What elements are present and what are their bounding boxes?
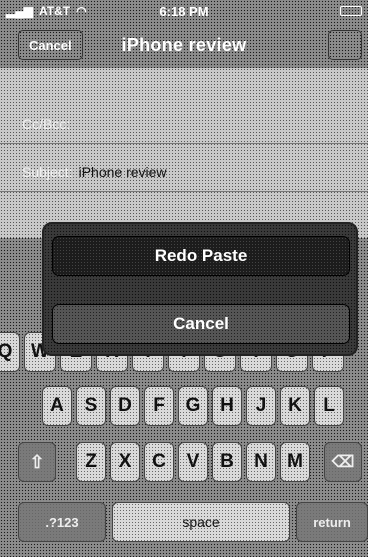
subject-field[interactable]: iPhone review xyxy=(79,164,167,180)
shift-key[interactable]: ⇧ xyxy=(18,442,56,482)
key-d[interactable]: D xyxy=(110,386,140,426)
key-b[interactable]: B xyxy=(212,442,242,482)
return-key[interactable]: return xyxy=(296,502,368,542)
send-button[interactable] xyxy=(328,30,362,60)
space-key[interactable]: space xyxy=(112,502,290,542)
key-z[interactable]: Z xyxy=(76,442,106,482)
key-n[interactable]: N xyxy=(246,442,276,482)
key-g[interactable]: G xyxy=(178,386,208,426)
key-q[interactable]: Q xyxy=(0,332,20,372)
key-a[interactable]: A xyxy=(42,386,72,426)
key-s[interactable]: S xyxy=(76,386,106,426)
cancel-nav-button[interactable]: Cancel xyxy=(18,30,83,60)
shift-icon: ⇧ xyxy=(29,451,45,472)
key-k[interactable]: K xyxy=(280,386,310,426)
cancel-button[interactable]: Cancel xyxy=(52,304,350,344)
page-title: iPhone review xyxy=(121,34,247,55)
key-c[interactable]: C xyxy=(144,442,174,482)
nav-bar: Cancel iPhone review xyxy=(0,22,368,68)
clock: 6:18 PM xyxy=(159,3,209,19)
compose-area: Cc/Bcc: Subject: iPhone review xyxy=(0,68,368,238)
cc-bcc-label: Cc/Bcc: xyxy=(22,115,71,132)
key-l[interactable]: L xyxy=(314,386,344,426)
numbers-key[interactable]: .?123 xyxy=(18,502,106,542)
action-sheet: Redo Paste Cancel xyxy=(42,222,358,356)
key-m[interactable]: M xyxy=(280,442,310,482)
keyboard: Q W E R T Y U I O P A S D F G H J K L ⇧ … xyxy=(0,330,368,557)
subject-label: Subject: xyxy=(22,163,73,180)
backspace-icon: ⌫ xyxy=(331,454,355,471)
key-j[interactable]: J xyxy=(246,386,276,426)
backspace-key[interactable]: ⌫ xyxy=(324,442,362,482)
status-bar: ▂▄▆ AT&T ◠ 6:18 PM xyxy=(0,0,368,22)
cc-bcc-row[interactable]: Cc/Bcc: xyxy=(0,104,368,144)
key-x[interactable]: X xyxy=(110,442,140,482)
redo-paste-button[interactable]: Redo Paste xyxy=(52,236,350,276)
key-f[interactable]: F xyxy=(144,386,174,426)
key-v[interactable]: V xyxy=(178,442,208,482)
key-h[interactable]: H xyxy=(212,386,242,426)
subject-row[interactable]: Subject: iPhone review xyxy=(0,152,368,192)
